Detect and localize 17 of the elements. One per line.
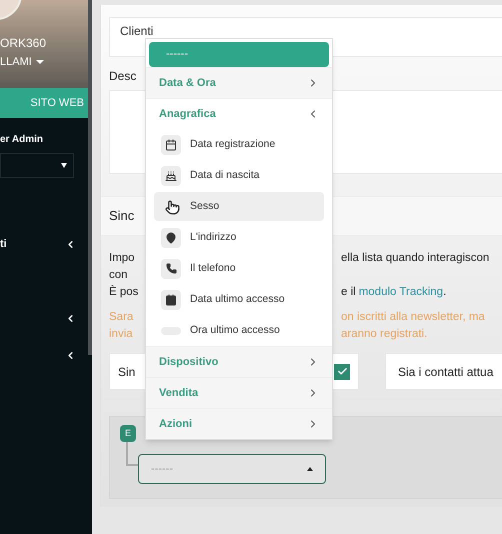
option-label: Sin <box>118 364 136 380</box>
paragraph-text: on iscritti alla newsletter, ma <box>341 310 485 325</box>
role-label: er Admin <box>0 133 44 147</box>
paragraph-text: invia <box>109 327 133 342</box>
paragraph-text: e il <box>341 285 356 300</box>
paragraph-text: Impo <box>109 251 135 266</box>
paragraph-text: con <box>109 268 128 283</box>
group-badge: E <box>120 425 136 442</box>
description-label: Desc <box>109 68 136 84</box>
paragraph-text: ella lista quando interagiscon <box>341 251 490 266</box>
paragraph-text: aranno registrati. <box>341 327 428 342</box>
paragraph-text: È pos <box>109 284 138 300</box>
section-title: Sinc <box>109 207 134 226</box>
paragraph-text: Sara <box>109 310 134 325</box>
option-label: Sia i contatti attua <box>398 364 494 380</box>
profile-name: ORK360 <box>0 35 46 51</box>
paragraph-text: . <box>443 285 446 300</box>
